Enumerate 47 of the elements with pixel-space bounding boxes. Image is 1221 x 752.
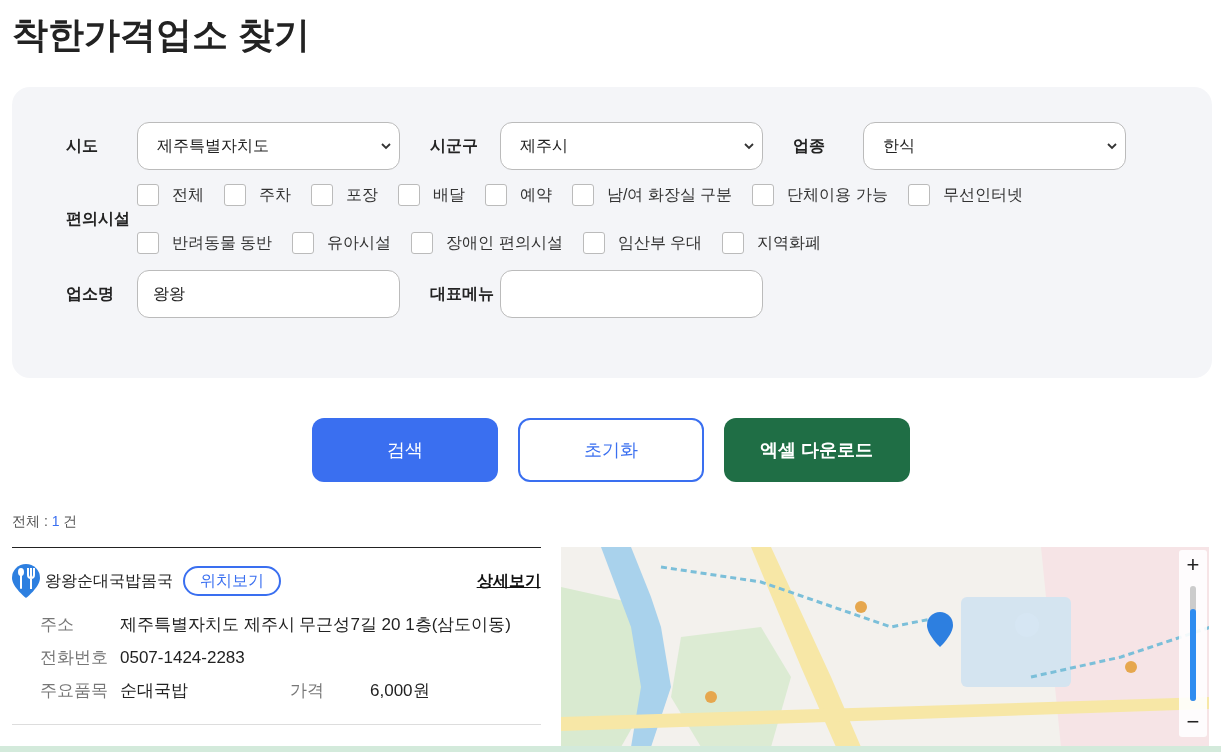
field-label: 대표메뉴 <box>430 284 495 304</box>
detail-link[interactable]: 상세보기 <box>476 569 541 593</box>
checkbox-option[interactable]: 유아시설 <box>292 231 392 255</box>
zoom-out-button[interactable]: − <box>1179 707 1207 737</box>
chevron-down-icon <box>1107 142 1117 150</box>
excel-download-button[interactable]: 엑셀 다운로드 <box>723 418 910 482</box>
checkbox-option[interactable]: 반려동물 동반 <box>137 231 273 255</box>
checkbox-option[interactable]: 지역화폐 <box>722 231 822 255</box>
checkbox-option[interactable]: 배달 <box>398 183 465 207</box>
chevron-down-icon <box>381 142 391 150</box>
checkbox-option[interactable]: 단체이용 가능 <box>752 183 888 207</box>
checkbox-option[interactable]: 남/여 화장실 구분 <box>572 183 733 207</box>
restaurant-pin-icon <box>12 564 40 598</box>
zoom-in-button[interactable]: + <box>1179 550 1207 580</box>
checkbox-option[interactable]: 예약 <box>485 183 552 207</box>
zoom-slider[interactable] <box>1190 586 1196 701</box>
info-value: 6,000원 <box>370 680 430 703</box>
input-field[interactable] <box>500 270 763 318</box>
info-value: 제주특별자치도 제주시 무근성7길 20 1층(삼도이동) <box>120 614 512 637</box>
field-label: 업소명 <box>66 284 115 304</box>
info-value: 순대국밥 <box>120 680 189 703</box>
field-label: 시도 <box>66 136 99 156</box>
info-label: 전화번호 <box>40 647 109 670</box>
select-field[interactable]: 한식 <box>863 122 1126 170</box>
info-label: 가격 <box>290 680 325 703</box>
checkbox-option[interactable]: 포장 <box>311 183 378 207</box>
page-title: 착한가격업소 찾기 <box>12 13 310 57</box>
store-name: 왕왕순대국밥몸국 <box>45 571 173 591</box>
checkbox-option[interactable]: 주차 <box>224 183 291 207</box>
locate-button[interactable]: 위치보기 <box>183 566 281 596</box>
field-label: 편의시설 <box>66 209 131 229</box>
chevron-down-icon <box>744 142 754 150</box>
input-field[interactable]: 왕왕 <box>137 270 400 318</box>
reset-button[interactable]: 초기화 <box>517 418 704 482</box>
checkbox-option[interactable]: 장애인 편의시설 <box>411 231 563 255</box>
checkbox-option[interactable]: 임산부 우대 <box>582 231 703 255</box>
info-value: 0507-1424-2283 <box>120 647 245 670</box>
select-field[interactable]: 제주특별자치도 <box>137 122 400 170</box>
checkbox-option[interactable]: 전체 <box>137 183 204 207</box>
info-label: 주요품목 <box>40 680 109 703</box>
info-label: 주소 <box>40 614 75 637</box>
field-label: 업종 <box>793 136 826 156</box>
checkbox-option[interactable]: 무선인터넷 <box>907 183 1023 207</box>
search-button[interactable]: 검색 <box>311 418 498 482</box>
result-count: 전체 : 1 건 <box>12 512 78 531</box>
select-field[interactable]: 제주시 <box>500 122 763 170</box>
field-label: 시군구 <box>430 136 479 156</box>
